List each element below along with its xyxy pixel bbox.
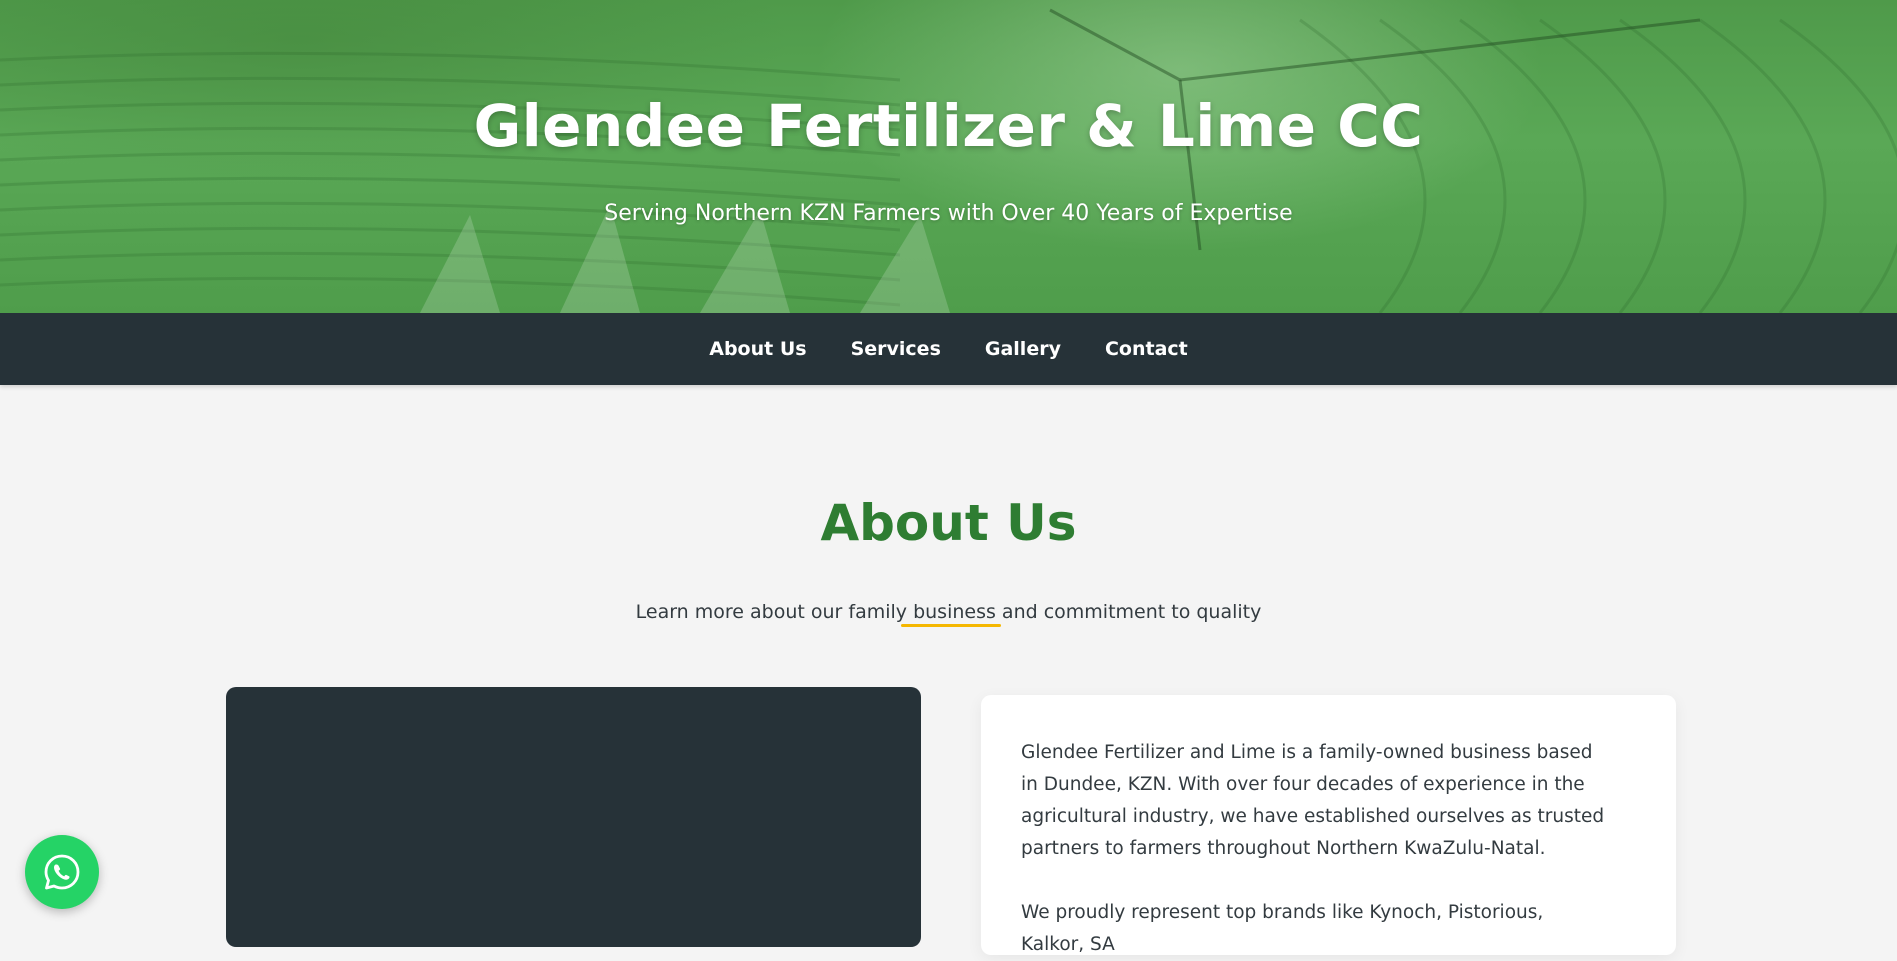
nav-link-contact[interactable]: Contact [1105, 338, 1188, 360]
about-paragraph: Glendee Fertilizer and Lime is a family-… [1021, 742, 1605, 859]
nav-link-services[interactable]: Services [851, 338, 941, 360]
site-title: Glendee Fertilizer & Lime CC [473, 92, 1424, 160]
heading-underline-accent [901, 624, 1001, 627]
site-tagline: Serving Northern KZN Farmers with Over 4… [604, 201, 1293, 226]
nav-link-gallery[interactable]: Gallery [985, 338, 1061, 360]
about-paragraph: We proudly represent top brands like Kyn… [1021, 902, 1544, 955]
about-image-placeholder [226, 687, 921, 947]
whatsapp-chat-button[interactable] [25, 835, 99, 909]
about-heading: About Us [820, 494, 1077, 552]
whatsapp-icon [44, 854, 80, 890]
hero-banner: Glendee Fertilizer & Lime CC Serving Nor… [0, 0, 1897, 313]
about-text-card: Glendee Fertilizer and Lime is a family-… [981, 695, 1676, 955]
main-navigation: About Us Services Gallery Contact [0, 313, 1897, 385]
about-subheading: Learn more about our family business and… [635, 601, 1262, 623]
nav-link-about-us[interactable]: About Us [709, 338, 806, 360]
